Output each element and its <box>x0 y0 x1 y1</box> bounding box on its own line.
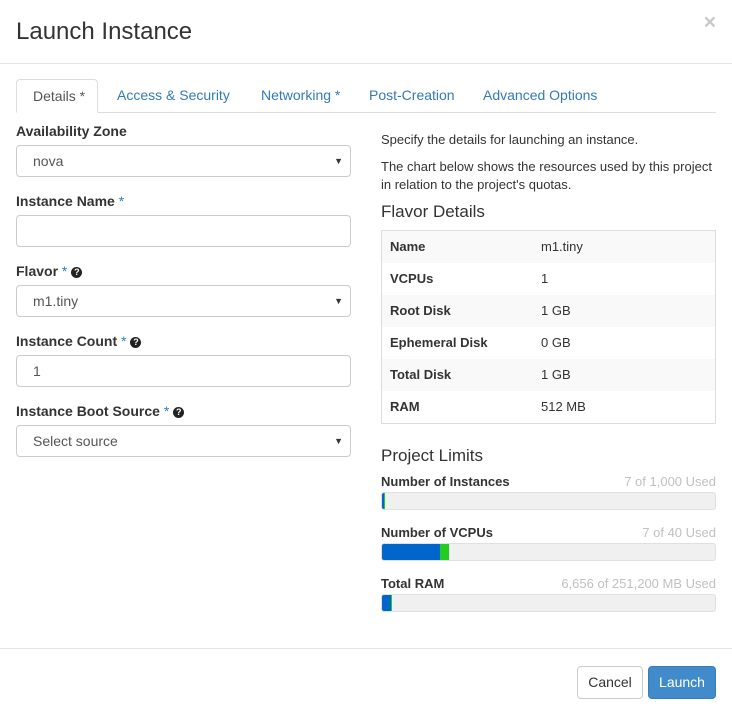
tab-networking[interactable]: Networking * <box>245 79 356 111</box>
tab-advanced-options[interactable]: Advanced Options <box>467 79 613 111</box>
limit-instances-used: 7 of 1,000 Used <box>624 474 716 489</box>
modal-title: Launch Instance <box>16 18 193 45</box>
instance-count-input[interactable] <box>16 355 351 387</box>
caret-down-icon: ▼ <box>334 436 343 446</box>
limit-vcpus-added-fill <box>440 544 449 560</box>
launch-button[interactable]: Launch <box>648 666 716 699</box>
limit-vcpus-bar <box>381 543 716 561</box>
tab-post-creation[interactable]: Post-Creation <box>353 79 471 111</box>
limit-vcpus-used-fill <box>382 544 441 560</box>
table-row: Root Disk 1 GB <box>382 295 715 327</box>
table-row: Total Disk 1 GB <box>382 359 715 391</box>
limit-ram-label: Total RAM <box>381 576 445 591</box>
required-marker: * <box>118 193 125 209</box>
flavor-value: m1.tiny <box>33 293 79 309</box>
flavor-label: Flavor *? <box>16 262 83 280</box>
table-row: VCPUs 1 <box>390 271 549 286</box>
limit-ram-added-fill <box>390 595 392 611</box>
table-row: Ephemeral Disk 0 GB <box>390 335 571 350</box>
instance-name-label: Instance Name * <box>16 193 125 209</box>
availability-zone-label: Availability Zone <box>16 123 127 139</box>
flavor-details-title: Flavor Details <box>381 202 485 221</box>
boot-source-label: Instance Boot Source *? <box>16 402 185 420</box>
help-icon[interactable]: ? <box>130 337 142 348</box>
boot-source-value: Select source <box>33 433 118 449</box>
close-icon[interactable]: × <box>704 11 716 35</box>
table-row: Name m1.tiny <box>382 231 715 263</box>
description-quota-text: The chart below shows the resources used… <box>381 159 712 192</box>
availability-zone-value: nova <box>33 153 64 169</box>
tab-bar: Details * Access & Security Networking *… <box>16 79 716 113</box>
launch-instance-modal: Launch Instance × Details * Access & Sec… <box>0 0 732 714</box>
instance-count-label: Instance Count *? <box>16 332 142 350</box>
required-marker: * <box>163 403 170 419</box>
flavor-select[interactable]: m1.tiny ▼ <box>16 285 351 317</box>
limit-instances-bar <box>381 492 716 510</box>
flavor-details-table: Name m1.tiny VCPUs 1 Root Disk 1 GB Ephemer… <box>381 230 716 424</box>
limit-instances-label: Number of Instances <box>381 474 510 489</box>
table-row: RAM 512 MB <box>390 399 586 414</box>
instance-name-input[interactable] <box>16 215 351 247</box>
caret-down-icon: ▼ <box>334 296 343 306</box>
boot-source-select[interactable]: Select source ▼ <box>16 425 351 457</box>
availability-zone-select[interactable]: nova ▼ <box>16 145 351 177</box>
tab-access-security[interactable]: Access & Security <box>101 79 246 111</box>
limit-ram-bar <box>381 594 716 612</box>
modal-footer: Cancel Launch <box>0 648 732 715</box>
description-text: Specify the details for launching an ins… <box>381 132 639 147</box>
cancel-button[interactable]: Cancel <box>577 666 643 699</box>
modal-header: Launch Instance × <box>0 0 732 64</box>
limit-instances-added-fill <box>384 493 386 509</box>
required-marker: * <box>121 333 127 349</box>
help-icon[interactable]: ? <box>173 407 185 418</box>
tab-details[interactable]: Details * <box>16 79 98 113</box>
caret-down-icon: ▼ <box>334 156 343 166</box>
project-limits-title: Project Limits <box>381 446 484 465</box>
limit-ram-used-fill <box>382 595 391 611</box>
limit-vcpus-label: Number of VCPUs <box>381 525 493 540</box>
required-marker: * <box>61 263 68 279</box>
help-icon[interactable]: ? <box>71 267 83 278</box>
limit-vcpus-used: 7 of 40 Used <box>642 525 716 540</box>
limit-ram-used: 6,656 of 251,200 MB Used <box>561 576 716 591</box>
